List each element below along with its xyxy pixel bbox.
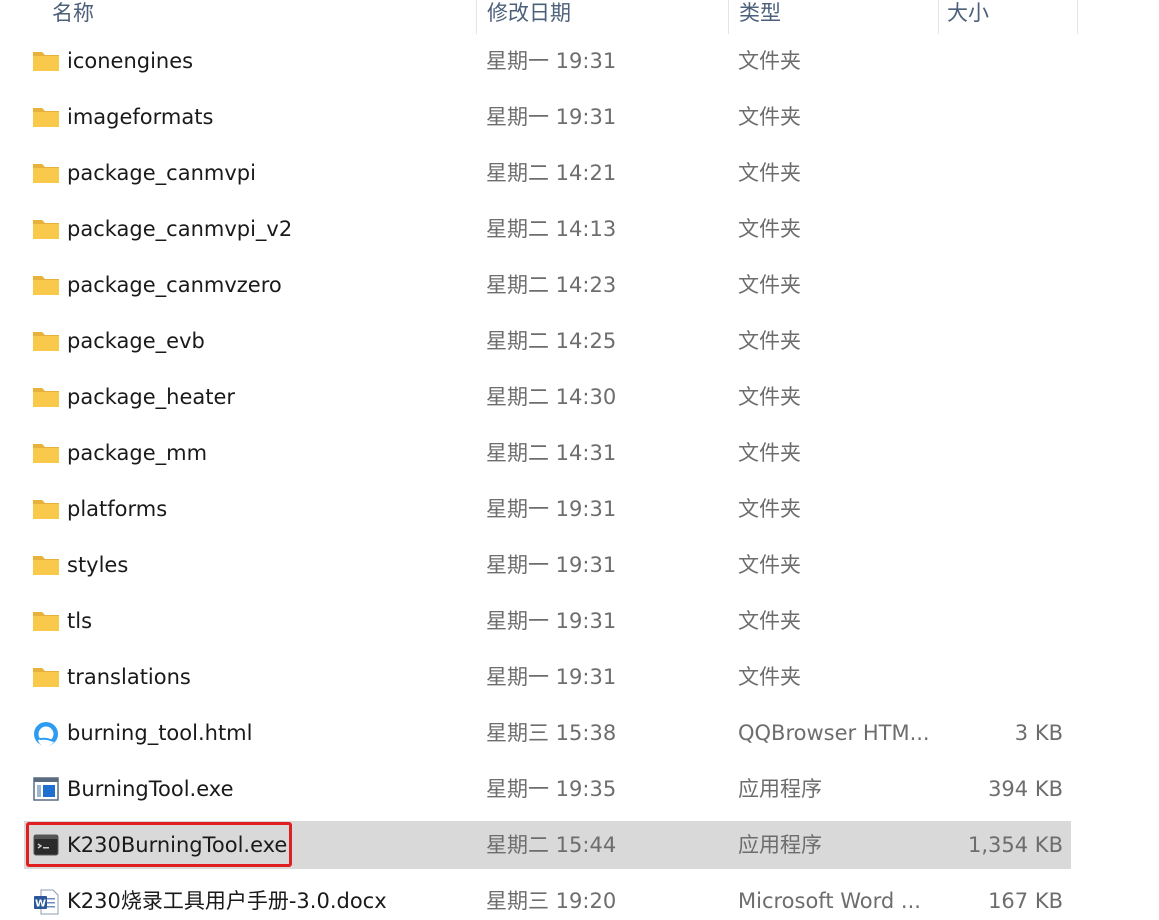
column-header-size[interactable]: 大小 bbox=[938, 0, 1078, 34]
file-type: 文件夹 bbox=[738, 609, 801, 633]
file-row[interactable]: translations 星期一 19:31 文件夹 bbox=[24, 653, 1071, 701]
file-row[interactable]: burning_tool.html 星期三 15:38 QQBrowser HTM.… bbox=[24, 709, 1071, 757]
file-date-modified: 星期三 15:38 bbox=[486, 721, 617, 745]
file-name: package_heater bbox=[67, 385, 236, 409]
folder-icon bbox=[32, 216, 60, 242]
file-name: translations bbox=[67, 665, 191, 689]
file-name: K230BurningTool.exe bbox=[67, 833, 288, 857]
folder-icon bbox=[32, 440, 60, 466]
folder-icon bbox=[32, 160, 60, 186]
file-size: 1,354 KB bbox=[968, 833, 1063, 857]
file-date-modified: 星期三 19:20 bbox=[486, 889, 617, 913]
file-date-modified: 星期二 14:30 bbox=[486, 385, 617, 409]
file-type: 文件夹 bbox=[738, 385, 801, 409]
file-date-modified: 星期二 14:25 bbox=[486, 329, 617, 353]
folder-icon bbox=[32, 552, 60, 578]
file-date-modified: 星期一 19:31 bbox=[486, 553, 617, 577]
folder-icon bbox=[32, 496, 60, 522]
folder-icon bbox=[32, 104, 60, 130]
file-date-modified: 星期一 19:31 bbox=[486, 665, 617, 689]
folder-icon bbox=[32, 608, 60, 634]
file-size: 394 KB bbox=[988, 777, 1063, 801]
word-document-icon: W bbox=[32, 888, 60, 915]
file-date-modified: 星期一 19:31 bbox=[486, 105, 617, 129]
file-row[interactable]: styles 星期一 19:31 文件夹 bbox=[24, 541, 1071, 589]
console-app-icon bbox=[32, 832, 60, 858]
application-icon bbox=[32, 776, 60, 802]
file-name: package_canmvzero bbox=[67, 273, 282, 297]
file-name: imageformats bbox=[67, 105, 214, 129]
file-name: BurningTool.exe bbox=[67, 777, 234, 801]
file-name: package_canmvpi bbox=[67, 161, 256, 185]
file-name: package_mm bbox=[67, 441, 208, 465]
file-row[interactable]: K230BurningTool.exe 星期二 15:44 应用程序 1,354 KB bbox=[24, 821, 1071, 869]
file-row[interactable]: tls 星期一 19:31 文件夹 bbox=[24, 597, 1071, 645]
folder-icon bbox=[32, 664, 60, 690]
file-date-modified: 星期二 14:21 bbox=[486, 161, 617, 185]
file-date-modified: 星期一 19:35 bbox=[486, 777, 617, 801]
file-type: Microsoft Word ... bbox=[738, 889, 921, 913]
file-size: 167 KB bbox=[988, 889, 1063, 913]
file-date-modified: 星期一 19:31 bbox=[486, 609, 617, 633]
file-type: 文件夹 bbox=[738, 497, 801, 521]
folder-icon bbox=[32, 272, 60, 298]
file-row[interactable]: platforms 星期一 19:31 文件夹 bbox=[24, 485, 1071, 533]
file-date-modified: 星期一 19:31 bbox=[486, 497, 617, 521]
file-name: package_canmvpi_v2 bbox=[67, 217, 293, 241]
file-date-modified: 星期二 14:23 bbox=[486, 273, 617, 297]
file-row[interactable]: BurningTool.exe 星期一 19:35 应用程序 394 KB bbox=[24, 765, 1071, 813]
folder-icon bbox=[32, 48, 60, 74]
file-row[interactable]: package_canmvpi_v2 星期二 14:13 文件夹 bbox=[24, 205, 1071, 253]
file-size: 3 KB bbox=[1014, 721, 1063, 745]
file-name: tls bbox=[67, 609, 93, 633]
svg-text:W: W bbox=[35, 899, 46, 910]
folder-icon bbox=[32, 328, 60, 354]
file-type: 文件夹 bbox=[738, 441, 801, 465]
file-row[interactable]: package_evb 星期二 14:25 文件夹 bbox=[24, 317, 1071, 365]
qqbrowser-html-icon bbox=[32, 720, 60, 747]
file-type: 文件夹 bbox=[738, 105, 801, 129]
file-type: 文件夹 bbox=[738, 329, 801, 353]
file-type: 文件夹 bbox=[738, 665, 801, 689]
file-date-modified: 星期二 14:31 bbox=[486, 441, 617, 465]
file-name: platforms bbox=[67, 497, 168, 521]
file-type: 文件夹 bbox=[738, 49, 801, 73]
folder-icon bbox=[32, 384, 60, 410]
file-row[interactable]: W K230烧录工具用户手册-3.0.docx 星期三 19:20 Microsoft… bbox=[24, 877, 1071, 920]
column-header-row: 名称 修改日期 类型 大小 bbox=[0, 0, 1078, 34]
file-name: styles bbox=[67, 553, 129, 577]
file-name: iconengines bbox=[67, 49, 194, 73]
file-type: 文件夹 bbox=[738, 553, 801, 577]
file-date-modified: 星期二 15:44 bbox=[486, 833, 617, 857]
file-date-modified: 星期二 14:13 bbox=[486, 217, 617, 241]
file-type: 文件夹 bbox=[738, 161, 801, 185]
file-row[interactable]: imageformats 星期一 19:31 文件夹 bbox=[24, 93, 1071, 141]
file-type: 应用程序 bbox=[738, 833, 822, 857]
file-type: 文件夹 bbox=[738, 217, 801, 241]
file-row[interactable]: iconengines 星期一 19:31 文件夹 bbox=[24, 37, 1071, 85]
file-type: QQBrowser HTM... bbox=[738, 721, 928, 745]
file-type: 文件夹 bbox=[738, 273, 801, 297]
file-name: K230烧录工具用户手册-3.0.docx bbox=[67, 889, 387, 913]
column-header-type[interactable]: 类型 bbox=[728, 0, 938, 34]
file-row[interactable]: package_heater 星期二 14:30 文件夹 bbox=[24, 373, 1071, 421]
file-row[interactable]: package_mm 星期二 14:31 文件夹 bbox=[24, 429, 1071, 477]
file-date-modified: 星期一 19:31 bbox=[486, 49, 617, 73]
file-row[interactable]: package_canmvzero 星期二 14:23 文件夹 bbox=[24, 261, 1071, 309]
file-name: package_evb bbox=[67, 329, 205, 353]
file-explorer: 名称 修改日期 类型 大小 iconengines 星期一 19:31 文件夹 ima… bbox=[0, 0, 1159, 920]
file-row[interactable]: package_canmvpi 星期二 14:21 文件夹 bbox=[24, 149, 1071, 197]
column-header-date-modified[interactable]: 修改日期 bbox=[476, 0, 728, 34]
column-header-name[interactable]: 名称 bbox=[0, 0, 476, 34]
file-type: 应用程序 bbox=[738, 777, 822, 801]
file-name: burning_tool.html bbox=[67, 721, 253, 745]
